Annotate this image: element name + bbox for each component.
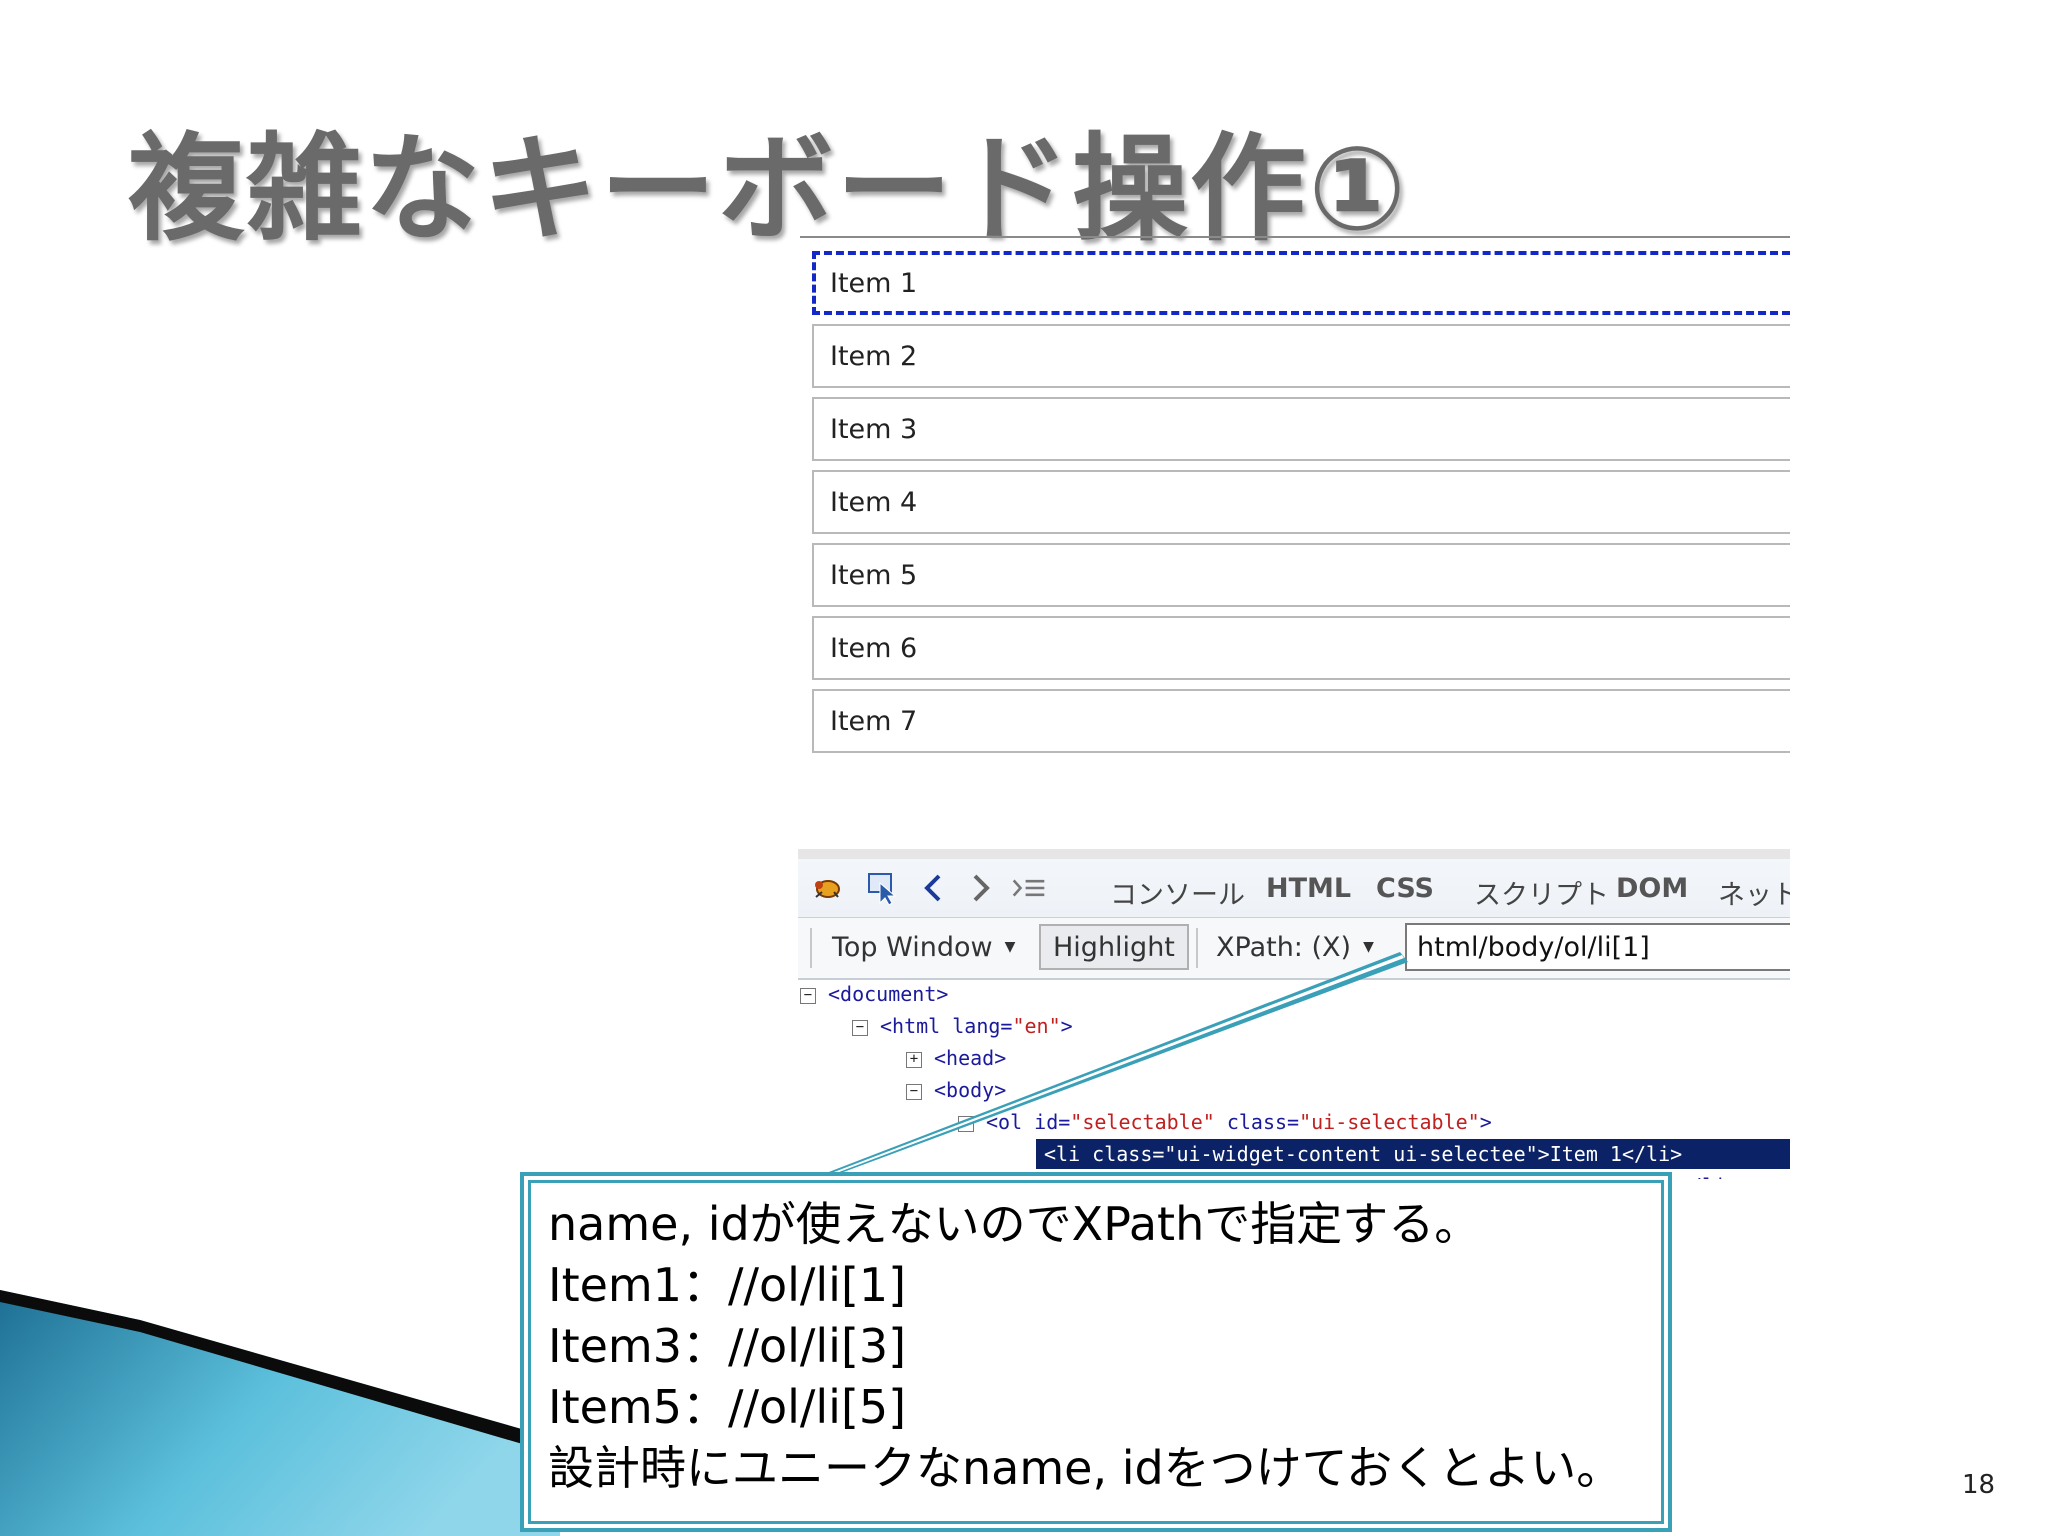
callout-text: 設計時にユニークなname, idをつけておくとよい。	[548, 1441, 1623, 1495]
command-line-icon[interactable]	[1012, 871, 1046, 905]
list-item[interactable]: Item 4	[812, 470, 1790, 534]
tree-node-document[interactable]: − <document>	[800, 979, 948, 1009]
tab-dom[interactable]: DOM	[1616, 873, 1688, 904]
tree-node-label: <html lang=	[880, 1014, 1013, 1038]
tab-html[interactable]: HTML	[1266, 873, 1351, 904]
tab-script[interactable]: スクリプト	[1474, 873, 1609, 912]
xpath-menu[interactable]: XPath: (X) ▼	[1216, 924, 1374, 970]
tree-node-html[interactable]: − <html lang="en">	[852, 1011, 1073, 1041]
back-icon[interactable]	[916, 871, 950, 905]
list-item[interactable]: Item 7	[812, 689, 1790, 753]
list-item[interactable]: Item 1	[812, 251, 1790, 315]
tab-console[interactable]: コンソール	[1110, 873, 1245, 912]
devtools-panel: コンソール HTML CSS スクリプト DOM ネット Top Window …	[798, 849, 1790, 1179]
chevron-down-icon: ▼	[1363, 939, 1374, 955]
tree-node-label: >	[1479, 1110, 1492, 1134]
tree-node-label: >	[1060, 1014, 1073, 1038]
divider	[800, 236, 1790, 238]
collapse-icon[interactable]: −	[852, 1019, 868, 1036]
decorative-swoosh	[0, 1290, 560, 1536]
page-number: 18	[1962, 1470, 1996, 1500]
slide-title: 複雑なキーボード操作①	[128, 122, 1409, 257]
expand-icon[interactable]: +	[906, 1051, 922, 1068]
inspect-icon[interactable]	[866, 871, 900, 905]
list-item[interactable]: Item 5	[812, 543, 1790, 607]
attr-value: "en"	[1012, 1014, 1061, 1038]
devtools-toolbar: Top Window ▼ Highlight XPath: (X) ▼ html…	[798, 918, 1790, 980]
list-item[interactable]: Item 3	[812, 397, 1790, 461]
tab-net[interactable]: ネット	[1718, 873, 1790, 912]
callout-text: name, idが使えないのでXPathで指定する。	[548, 1197, 1481, 1251]
tree-node-li[interactable]: </li>	[1678, 1171, 1738, 1179]
attr-value: "ui-selectable"	[1299, 1110, 1480, 1134]
toolbar-separator	[810, 928, 812, 968]
forward-icon[interactable]	[964, 871, 998, 905]
highlight-button-label: Highlight	[1053, 931, 1175, 963]
highlight-button[interactable]: Highlight	[1039, 924, 1189, 970]
tree-node-label: <body>	[934, 1078, 1007, 1102]
tab-css[interactable]: CSS	[1376, 873, 1434, 904]
toolbar-separator	[1196, 928, 1198, 968]
list-item[interactable]: Item 6	[812, 616, 1790, 680]
tree-node-label: <ol id=	[986, 1110, 1071, 1134]
tree-node-label: class=	[1214, 1110, 1300, 1134]
firebug-icon[interactable]	[810, 871, 844, 905]
callout-text: Item5：//ol/li[5]	[548, 1380, 907, 1434]
tree-node-label: <head>	[934, 1046, 1007, 1070]
attr-value: "selectable"	[1070, 1110, 1215, 1134]
callout-text: Item3：//ol/li[3]	[548, 1319, 907, 1373]
tree-node-li-selected[interactable]: <li class="ui-widget-content ui-selectee…	[1036, 1139, 1790, 1169]
list-item[interactable]: Item 2	[812, 324, 1790, 388]
callout-text: Item1：//ol/li[1]	[548, 1258, 907, 1312]
callout-box: name, idが使えないのでXPathで指定する。 Item1：//ol/li…	[520, 1172, 1672, 1532]
selectable-list: Item 1 Item 2 Item 3 Item 4 Item 5 Item …	[812, 251, 1790, 762]
xpath-input[interactable]: html/body/ol/li[1]	[1405, 923, 1790, 971]
collapse-icon[interactable]: −	[958, 1115, 974, 1132]
collapse-icon[interactable]: −	[906, 1083, 922, 1100]
tree-node-body[interactable]: − <body>	[906, 1075, 1006, 1105]
devtools-tabbar: コンソール HTML CSS スクリプト DOM ネット	[798, 849, 1790, 918]
window-select[interactable]: Top Window ▼	[832, 924, 1015, 970]
chevron-down-icon: ▼	[1004, 939, 1016, 955]
tree-node-label: <document>	[828, 982, 949, 1006]
window-select-label: Top Window	[832, 931, 993, 963]
tree-node-head[interactable]: + <head>	[906, 1043, 1006, 1073]
collapse-icon[interactable]: −	[800, 987, 816, 1004]
tree-node-ol[interactable]: − <ol id="selectable" class="ui-selectabl…	[958, 1107, 1492, 1137]
xpath-label: XPath: (X)	[1216, 931, 1352, 963]
